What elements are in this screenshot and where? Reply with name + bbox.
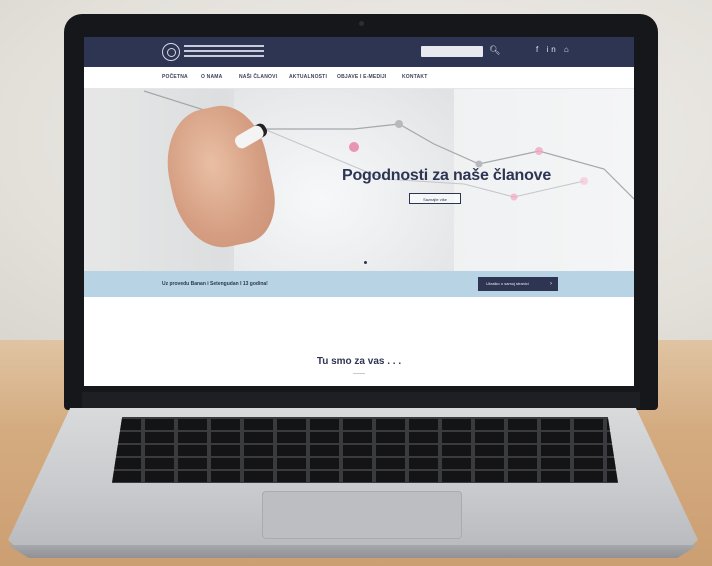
nav-item-kontakt[interactable]: KONTAKT [402,74,427,80]
nav-item-objave[interactable]: OBJAVE I E-MEDIJI [337,74,386,80]
info-band-text: Uz provedu Banan i Setengudan I 13 godin… [162,281,268,287]
section-divider [353,373,365,374]
hero-title: Pogodnosti za naše članove [342,167,552,184]
slider-dot[interactable] [364,261,367,264]
nav-item-o-nama[interactable]: O NAMA [201,74,222,80]
website-screen: 🔍︎ f in ⌂ POČETNA O NAMA NAŠI ČLANOVI AK… [84,37,634,386]
top-header: 🔍︎ f in ⌂ [84,37,634,67]
section-title: Tu smo za vas . . . [316,356,402,367]
keyboard-row [112,458,618,469]
social-links[interactable]: f in ⌂ [536,45,572,54]
keyboard-row [112,471,618,482]
keyboard-row [112,445,618,456]
hero-slider: Pogodnosti za naše članove Saznajte više [84,89,634,271]
keyboard-row [112,419,618,430]
logo-wordmark[interactable] [184,45,264,60]
keyboard [112,417,618,483]
laptop-lid: 🔍︎ f in ⌂ POČETNA O NAMA NAŠI ČLANOVI AK… [64,14,658,410]
hero-read-more-button[interactable]: Saznajte više [409,193,461,204]
info-band: Uz provedu Banan i Setengudan I 13 godin… [84,271,634,297]
main-navigation: POČETNA O NAMA NAŠI ČLANOVI AKTUALNOSTI … [84,67,634,89]
logo-icon[interactable] [162,43,180,61]
info-band-button-label: Ukratko o samoj stranici [486,281,529,286]
trackpad [262,491,462,539]
nav-item-nasi-clanovi[interactable]: NAŠI ČLANOVI [239,74,277,80]
laptop-base-edge [8,545,698,558]
nav-item-aktualnosti[interactable]: AKTUALNOSTI [289,74,327,80]
search-icon[interactable]: 🔍︎ [489,45,500,56]
keyboard-row [112,432,618,443]
camera-icon [359,21,364,26]
laptop-hinge [82,392,640,408]
search-input[interactable] [421,46,483,57]
main-section: Tu smo za vas . . . [84,297,634,386]
chevron-right-icon: › [550,281,552,287]
info-band-button[interactable]: Ukratko o samoj stranici › [478,277,558,291]
nav-item-pocetna[interactable]: POČETNA [162,74,188,80]
